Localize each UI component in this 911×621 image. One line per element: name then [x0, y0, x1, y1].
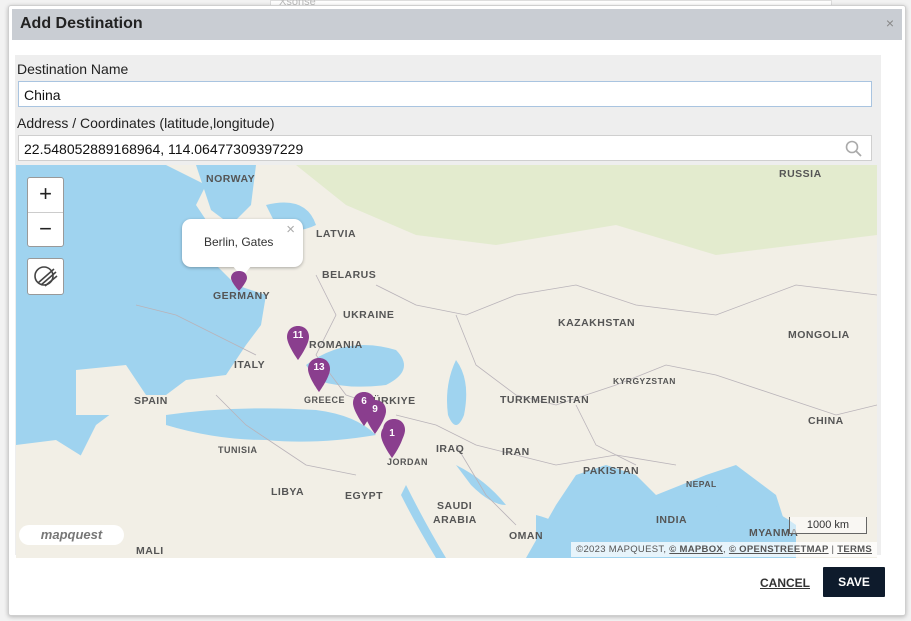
attribution-separator: |	[828, 544, 838, 555]
map-label-iran: IRAN	[502, 446, 530, 458]
map-label-ukraine: UKRAINE	[343, 309, 395, 321]
map-marker[interactable]: 13	[307, 357, 331, 393]
map-label-saudi: SAUDI	[437, 500, 473, 512]
draw-area-icon	[34, 266, 58, 287]
map-label-mali: MALI	[136, 545, 164, 557]
marker-label: 13	[313, 362, 325, 373]
map-marker[interactable]: 11	[286, 325, 310, 361]
address-value: 22.548052889168964, 114.06477309397229	[24, 141, 304, 157]
map-label-egypt: EGYPT	[345, 490, 384, 502]
zoom-control: + −	[27, 177, 64, 247]
map-label-belarus: BELARUS	[322, 269, 377, 281]
map-label-tunisia: TUNISIA	[218, 445, 258, 455]
terms-link[interactable]: TERMS	[837, 544, 872, 555]
zoom-in-button[interactable]: +	[28, 178, 63, 213]
draw-tool-button[interactable]	[27, 258, 64, 295]
destination-name-input[interactable]: China	[18, 81, 872, 107]
map-label-libya: LIBYA	[271, 486, 305, 498]
map-attribution: ©2023 MAPQUEST, © MAPBOX, © OPENSTREETMA…	[571, 542, 877, 557]
search-icon[interactable]	[845, 140, 863, 166]
map-label-russia: RUSSIA	[779, 168, 822, 180]
address-label: Address / Coordinates (latitude,longitud…	[17, 115, 275, 131]
mapbox-link[interactable]: © MAPBOX	[669, 544, 723, 555]
map-label-greece: GREECE	[304, 395, 346, 405]
map-label-arabia: ARABIA	[433, 514, 477, 526]
map-label-romania: ROMANIA	[309, 339, 363, 351]
openstreetmap-link[interactable]: © OPENSTREETMAP	[729, 544, 829, 555]
map-label-oman: OMAN	[509, 530, 544, 542]
map-label-mongolia: MONGOLIA	[788, 329, 850, 341]
marker-label: 9	[372, 404, 378, 415]
mapquest-logo: mapquest	[19, 525, 124, 545]
map-view[interactable]: NORWAY RUSSIA LATVIA BELARUS GERMANY UKR…	[16, 165, 877, 558]
map-label-kazakhstan: KAZAKHSTAN	[558, 317, 636, 329]
cancel-button[interactable]: CANCEL	[760, 576, 810, 590]
popup-text: Berlin, Gates	[204, 235, 274, 249]
map-marker[interactable]: 1	[380, 423, 404, 459]
dialog-title: Add Destination	[20, 15, 143, 32]
map-label-nepal: NEPAL	[686, 479, 717, 489]
map-label-kyrgyzstan: KYRGYZSTAN	[613, 376, 676, 386]
save-button[interactable]: SAVE	[823, 567, 885, 597]
berlin-marker[interactable]	[231, 271, 247, 291]
attribution-copyright: ©2023 MAPQUEST,	[576, 544, 670, 555]
close-icon[interactable]: ×	[886, 15, 894, 31]
dialog-titlebar: Add Destination ×	[12, 9, 902, 40]
destination-name-label: Destination Name	[17, 61, 129, 77]
map-scale: 1000 km	[789, 517, 867, 534]
marker-label: 11	[292, 330, 304, 341]
marker-label: 1	[389, 428, 395, 439]
map-label-italy: ITALY	[234, 359, 266, 371]
dialog-content: Destination Name China Address / Coordin…	[15, 55, 881, 558]
map-label-pakistan: PAKISTAN	[583, 465, 640, 477]
map-label-turkmenistan: TURKMENISTAN	[500, 394, 590, 406]
map-popup: Berlin, Gates ×	[182, 219, 303, 277]
zoom-out-button[interactable]: −	[28, 213, 63, 247]
address-input[interactable]: 22.548052889168964, 114.06477309397229	[18, 135, 872, 161]
map-label-iraq: IRAQ	[436, 443, 465, 455]
map-label-spain: SPAIN	[134, 395, 168, 407]
map-label-latvia: LATVIA	[316, 228, 357, 240]
map-label-india: INDIA	[656, 514, 688, 526]
map-label-china: CHINA	[808, 415, 844, 427]
map-label-germany: GERMANY	[213, 290, 271, 302]
map-label-norway: NORWAY	[206, 173, 256, 185]
popup-close-icon[interactable]: ×	[286, 221, 295, 238]
